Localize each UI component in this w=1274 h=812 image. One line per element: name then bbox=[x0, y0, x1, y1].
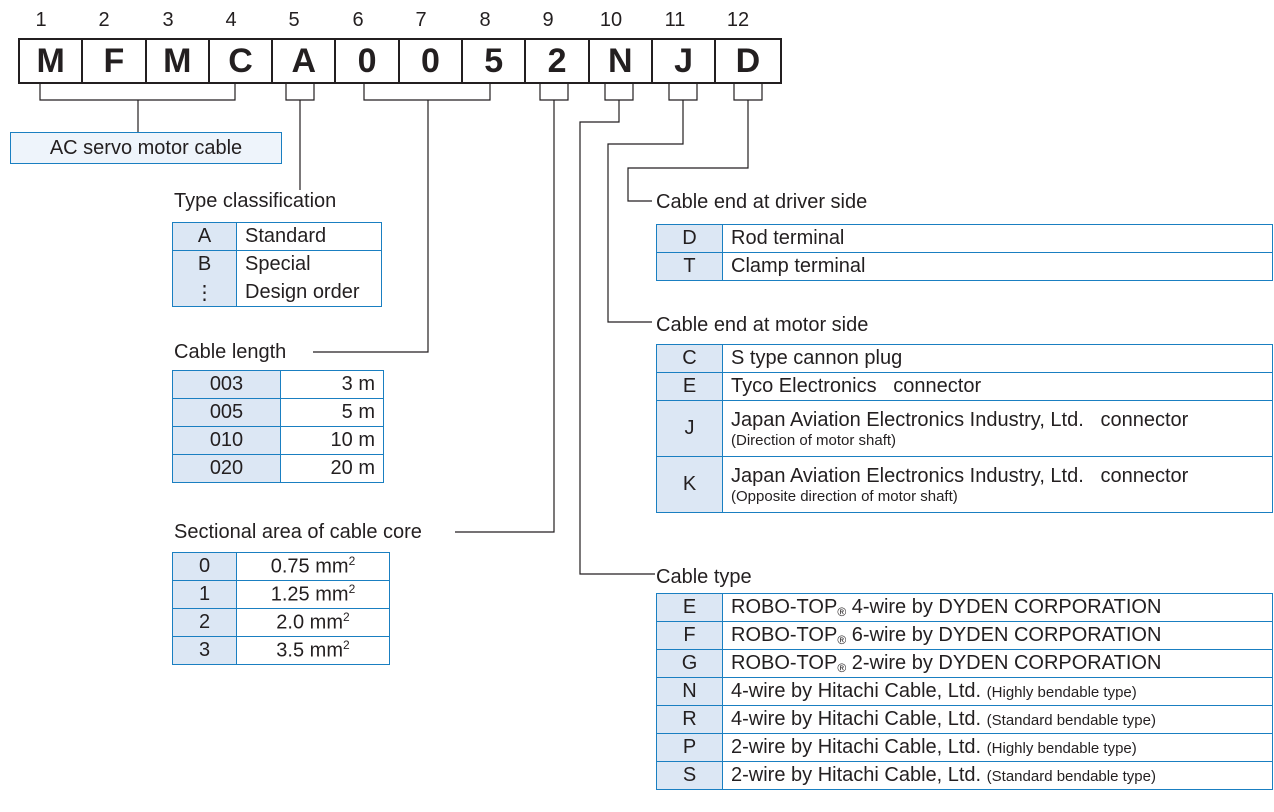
driver-desc: Rod terminal bbox=[722, 224, 1273, 253]
length-value: 10 m bbox=[280, 426, 384, 455]
area-code: 3 bbox=[172, 636, 237, 665]
cable-type-table: E ROBO-TOP® 4-wire by DYDEN CORPORATION … bbox=[656, 593, 1273, 790]
table-row: ⋮ Design order bbox=[172, 278, 382, 307]
motor-desc: Tyco Electronics connector bbox=[722, 372, 1273, 401]
type-code: A bbox=[172, 222, 237, 251]
motor-code: E bbox=[656, 372, 723, 401]
cable-type-code: E bbox=[656, 593, 723, 622]
table-row: C S type cannon plug bbox=[656, 344, 1273, 373]
table-row: K Japan Aviation Electronics Industry, L… bbox=[656, 456, 1273, 513]
motor-desc: Japan Aviation Electronics Industry, Ltd… bbox=[722, 400, 1273, 457]
motor-code: J bbox=[656, 400, 723, 457]
table-row: J Japan Aviation Electronics Industry, L… bbox=[656, 400, 1273, 457]
table-row: N 4-wire by Hitachi Cable, Ltd. (Highly … bbox=[656, 677, 1273, 706]
table-row: F ROBO-TOP® 6-wire by DYDEN CORPORATION bbox=[656, 621, 1273, 650]
area-value: 0.75 mm2 bbox=[236, 552, 390, 581]
driver-code: D bbox=[656, 224, 723, 253]
type-desc: Special bbox=[236, 250, 382, 279]
motor-side-title: Cable end at motor side bbox=[656, 314, 869, 336]
type-desc: Design order bbox=[236, 278, 382, 307]
area-value: 2.0 mm2 bbox=[236, 608, 390, 637]
cable-type-code: G bbox=[656, 649, 723, 678]
cable-type-code: S bbox=[656, 761, 723, 790]
cable-type-title: Cable type bbox=[656, 566, 752, 588]
motor-desc: S type cannon plug bbox=[722, 344, 1273, 373]
type-code: ⋮ bbox=[172, 278, 237, 307]
length-code: 010 bbox=[172, 426, 281, 455]
motor-desc: Japan Aviation Electronics Industry, Ltd… bbox=[722, 456, 1273, 513]
cable-type-desc: 2-wire by Hitachi Cable, Ltd. (Highly be… bbox=[722, 733, 1273, 762]
table-row: R 4-wire by Hitachi Cable, Ltd. (Standar… bbox=[656, 705, 1273, 734]
ac-servo-motor-cable-label: AC servo motor cable bbox=[10, 132, 282, 164]
length-value: 3 m bbox=[280, 370, 384, 399]
table-row: E Tyco Electronics connector bbox=[656, 372, 1273, 401]
sectional-area-title: Sectional area of cable core bbox=[174, 521, 422, 543]
table-row: T Clamp terminal bbox=[656, 252, 1273, 281]
area-code: 0 bbox=[172, 552, 237, 581]
length-code: 005 bbox=[172, 398, 281, 427]
table-row: 0 0.75 mm2 bbox=[172, 552, 390, 581]
cable-type-desc: ROBO-TOP® 6-wire by DYDEN CORPORATION bbox=[722, 621, 1273, 650]
length-code: 020 bbox=[172, 454, 281, 483]
driver-side-title: Cable end at driver side bbox=[656, 191, 868, 213]
motor-side-table: C S type cannon plug E Tyco Electronics … bbox=[656, 344, 1273, 513]
table-row: 020 20 m bbox=[172, 454, 384, 483]
cable-length-table: 003 3 m 005 5 m 010 10 m 020 20 m bbox=[172, 370, 384, 483]
length-value: 20 m bbox=[280, 454, 384, 483]
driver-desc: Clamp terminal bbox=[722, 252, 1273, 281]
table-row: 005 5 m bbox=[172, 398, 384, 427]
table-row: 010 10 m bbox=[172, 426, 384, 455]
area-value: 3.5 mm2 bbox=[236, 636, 390, 665]
length-value: 5 m bbox=[280, 398, 384, 427]
driver-side-table: D Rod terminal T Clamp terminal bbox=[656, 224, 1273, 281]
type-classification-table: A Standard B Special ⋮ Design order bbox=[172, 222, 382, 307]
table-row: D Rod terminal bbox=[656, 224, 1273, 253]
cable-type-code: N bbox=[656, 677, 723, 706]
type-code: B bbox=[172, 250, 237, 279]
area-code: 1 bbox=[172, 580, 237, 609]
cable-length-title: Cable length bbox=[174, 341, 287, 363]
cable-type-desc: ROBO-TOP® 2-wire by DYDEN CORPORATION bbox=[722, 649, 1273, 678]
cable-type-code: R bbox=[656, 705, 723, 734]
cable-type-desc: 4-wire by Hitachi Cable, Ltd. (Standard … bbox=[722, 705, 1273, 734]
table-row: P 2-wire by Hitachi Cable, Ltd. (Highly … bbox=[656, 733, 1273, 762]
table-row: 003 3 m bbox=[172, 370, 384, 399]
table-row: 2 2.0 mm2 bbox=[172, 608, 390, 637]
table-row: G ROBO-TOP® 2-wire by DYDEN CORPORATION bbox=[656, 649, 1273, 678]
table-row: 3 3.5 mm2 bbox=[172, 636, 390, 665]
motor-code: C bbox=[656, 344, 723, 373]
table-row: 1 1.25 mm2 bbox=[172, 580, 390, 609]
cable-type-code: F bbox=[656, 621, 723, 650]
length-code: 003 bbox=[172, 370, 281, 399]
type-desc: Standard bbox=[236, 222, 382, 251]
cable-type-code: P bbox=[656, 733, 723, 762]
area-code: 2 bbox=[172, 608, 237, 637]
sectional-area-table: 0 0.75 mm2 1 1.25 mm2 2 2.0 mm2 3 3.5 mm… bbox=[172, 552, 390, 665]
table-row: B Special bbox=[172, 250, 382, 279]
table-row: A Standard bbox=[172, 222, 382, 251]
motor-code: K bbox=[656, 456, 723, 513]
driver-code: T bbox=[656, 252, 723, 281]
table-row: E ROBO-TOP® 4-wire by DYDEN CORPORATION bbox=[656, 593, 1273, 622]
cable-type-desc: ROBO-TOP® 4-wire by DYDEN CORPORATION bbox=[722, 593, 1273, 622]
area-value: 1.25 mm2 bbox=[236, 580, 390, 609]
cable-type-desc: 2-wire by Hitachi Cable, Ltd. (Standard … bbox=[722, 761, 1273, 790]
type-classification-title: Type classification bbox=[174, 190, 337, 212]
table-row: S 2-wire by Hitachi Cable, Ltd. (Standar… bbox=[656, 761, 1273, 790]
cable-type-desc: 4-wire by Hitachi Cable, Ltd. (Highly be… bbox=[722, 677, 1273, 706]
